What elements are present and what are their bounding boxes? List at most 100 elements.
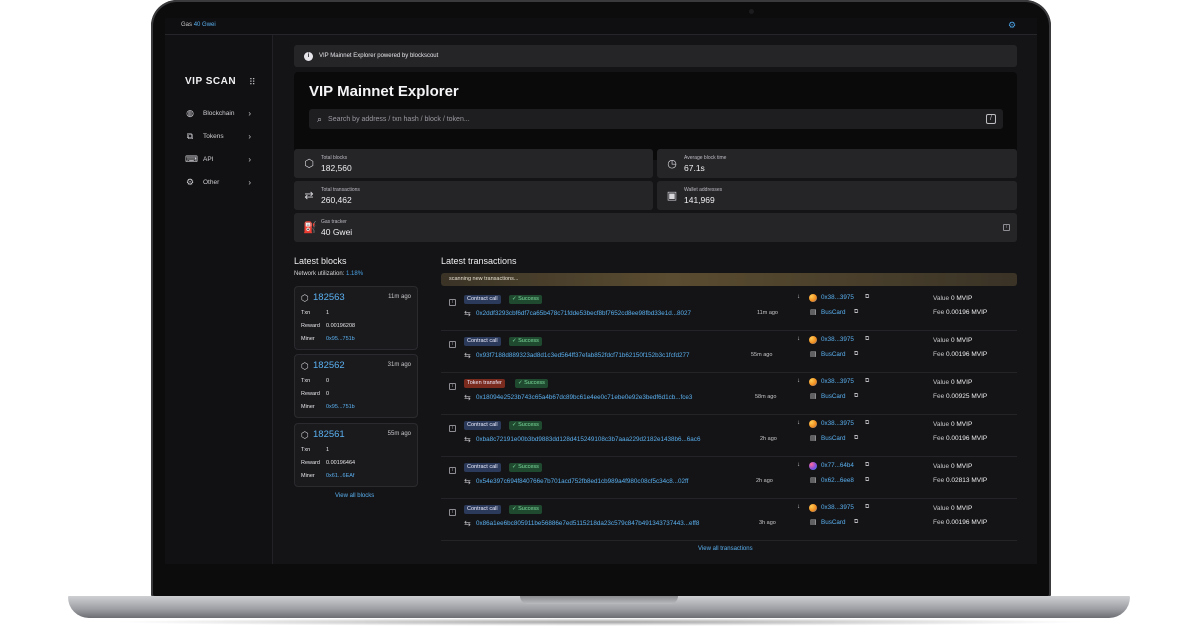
from-address-link[interactable]: 0x77...64b4: [821, 462, 854, 469]
tx-value: Value 0 MVIP: [933, 463, 972, 470]
sidebar-item-other[interactable]: ⚙ Other ›: [185, 175, 263, 189]
tx-fee: Fee 0.00196 MVIP: [933, 351, 987, 358]
from-address-link[interactable]: 0x38...3975: [821, 420, 854, 427]
copy-icon[interactable]: ⧉: [854, 435, 858, 442]
miner-link[interactable]: 0x61...6EAf: [326, 473, 354, 479]
tx-hash-link[interactable]: 0xba8c72191e00b3bd9883dd128d415249108c3b…: [476, 436, 700, 443]
from-address-link[interactable]: 0x38...3975: [821, 378, 854, 385]
sidebar-item-label: Blockchain: [203, 109, 235, 117]
block-age: 55m ago: [387, 431, 411, 437]
miner-link[interactable]: 0x95...751b: [326, 404, 355, 410]
block-number-link[interactable]: 182561: [313, 429, 345, 440]
settings-icon[interactable]: ⚙: [1008, 21, 1017, 30]
value-amount: 0 MVIP: [950, 463, 973, 470]
tx-age: 2h ago: [756, 478, 773, 484]
search-input[interactable]: ⌕ Search by address / txn hash / block /…: [309, 109, 1003, 129]
gas-indicator: Gas 40 Gwei: [181, 22, 216, 28]
gas-label: Gas: [181, 22, 193, 28]
tx-value: Value 0 MVIP: [933, 379, 972, 386]
status-badge: ✓ Success: [509, 421, 542, 430]
transaction-row: i Contract call ✓ Success ⇆ 0x93f7188d88…: [441, 331, 1017, 373]
copy-icon[interactable]: ⧉: [854, 309, 858, 316]
to-address-link[interactable]: BusCard: [821, 435, 846, 442]
sidebar-item-api[interactable]: ⌨ API ›: [185, 152, 263, 166]
info-icon[interactable]: i: [449, 341, 456, 348]
gas-value: 40 Gwei: [193, 22, 216, 28]
fee-amount: 0.00196 MVIP: [946, 519, 988, 526]
from-address-link[interactable]: 0x38...3975: [821, 336, 854, 343]
to-address-link[interactable]: BusCard: [821, 393, 846, 400]
apps-grid-icon[interactable]: ⠿: [249, 77, 256, 88]
value-label: Value: [933, 295, 950, 302]
fee-label: Fee: [933, 477, 945, 484]
tx-type-badge: Contract call: [464, 463, 501, 472]
to-address-link[interactable]: BusCard: [821, 519, 846, 526]
fuel-icon: ⛽: [303, 222, 317, 234]
to-address-link[interactable]: BusCard: [821, 351, 846, 358]
transfer-icon: ⇆: [464, 477, 471, 486]
avatar: [809, 504, 817, 512]
view-all-blocks-link[interactable]: View all blocks: [335, 493, 374, 499]
gear-icon: ⚙: [185, 177, 195, 187]
copy-icon[interactable]: ⧉: [865, 420, 869, 427]
from-address-link[interactable]: 0x38...3975: [821, 294, 854, 301]
shortcut-key: /: [986, 114, 996, 124]
clock-icon: ◷: [667, 158, 677, 170]
status-badge: ✓ Success: [509, 337, 542, 346]
block-number-link[interactable]: 182563: [313, 292, 345, 303]
copy-icon[interactable]: ⧉: [865, 462, 869, 469]
copy-icon[interactable]: ⧉: [865, 336, 869, 343]
tx-hash-link[interactable]: 0x93f7188d889323ad8d1c3ed564ff37efab852f…: [476, 352, 689, 359]
chevron-right-icon: ›: [248, 131, 251, 141]
stat-gas-tracker: ⛽ Gas tracker 40 Gwei i: [294, 213, 1017, 242]
laptop-shadow: [110, 618, 1090, 626]
info-icon[interactable]: i: [449, 383, 456, 390]
block-number-link[interactable]: 182562: [313, 360, 345, 371]
sidebar-item-blockchain[interactable]: ◍ Blockchain ›: [185, 106, 263, 120]
sidebar-item-tokens[interactable]: ⧉ Tokens ›: [185, 129, 263, 143]
copy-icon[interactable]: ⧉: [865, 378, 869, 385]
info-icon[interactable]: i: [449, 299, 456, 306]
reward-label: Reward: [301, 391, 320, 397]
value-label: Value: [933, 505, 950, 512]
tx-hash-link[interactable]: 0x54e397c694f840766e7b701acd752fb8ed1cb9…: [476, 478, 688, 485]
transaction-row: i Token transfer ✓ Success ⇆ 0x18094e252…: [441, 373, 1017, 415]
browser-screen: Gas 40 Gwei ⚙ VIP SCAN ⠿ ◍ Blockchain › …: [165, 18, 1037, 564]
value-label: Value: [933, 421, 950, 428]
status-text: Success: [518, 506, 539, 512]
banner-text: VIP Mainnet Explorer powered by blocksco…: [319, 53, 439, 59]
status-badge: ✓ Success: [509, 505, 542, 514]
info-icon[interactable]: i: [449, 425, 456, 432]
view-all-transactions-link[interactable]: View all transactions: [698, 546, 753, 552]
tx-type-badge: Contract call: [464, 295, 501, 304]
tx-hash-link[interactable]: 0x2ddf3293cbf6df7ca65b478c71fdde53becf8b…: [476, 310, 691, 317]
block-card: ⬡ 182563 11m ago Txn 1 Reward 0.00196208…: [294, 286, 418, 350]
from-address-link[interactable]: 0x38...3975: [821, 504, 854, 511]
stat-value: 260,462: [321, 195, 352, 205]
copy-icon[interactable]: ⧉: [854, 393, 858, 400]
to-address-link[interactable]: BusCard: [821, 309, 846, 316]
info-icon[interactable]: i: [449, 509, 456, 516]
sidebar-item-label: API: [203, 155, 214, 163]
contract-icon: ▤: [810, 477, 817, 484]
to-address-link[interactable]: 0x62...6ee8: [821, 477, 854, 484]
info-icon[interactable]: i: [1003, 224, 1010, 231]
copy-icon[interactable]: ⧉: [865, 294, 869, 301]
page-title: VIP Mainnet Explorer: [309, 83, 459, 100]
copy-icon[interactable]: ⧉: [854, 519, 858, 526]
copy-icon[interactable]: ⧉: [854, 351, 858, 358]
tx-value: Value 0 MVIP: [933, 505, 972, 512]
globe-icon: ◍: [186, 108, 194, 118]
miner-link[interactable]: 0x95...751b: [326, 336, 355, 342]
fee-amount: 0.00196 MVIP: [946, 435, 988, 442]
txn-value: 1: [326, 447, 330, 453]
copy-icon[interactable]: ⧉: [865, 504, 869, 511]
tx-hash-link[interactable]: 0x86a1ee6bc805911be56886e7ed5115218da23c…: [476, 520, 699, 527]
fee-label: Fee: [933, 435, 945, 442]
status-badge: ✓ Success: [509, 295, 542, 304]
copy-icon[interactable]: ⧉: [865, 477, 869, 484]
logo[interactable]: VIP SCAN: [185, 76, 236, 87]
info-icon[interactable]: i: [449, 467, 456, 474]
transfer-icon: ⇆: [464, 519, 471, 528]
tx-hash-link[interactable]: 0x18094e2523b743c65a4b67dc89bc61e4ee0c71…: [476, 394, 692, 401]
